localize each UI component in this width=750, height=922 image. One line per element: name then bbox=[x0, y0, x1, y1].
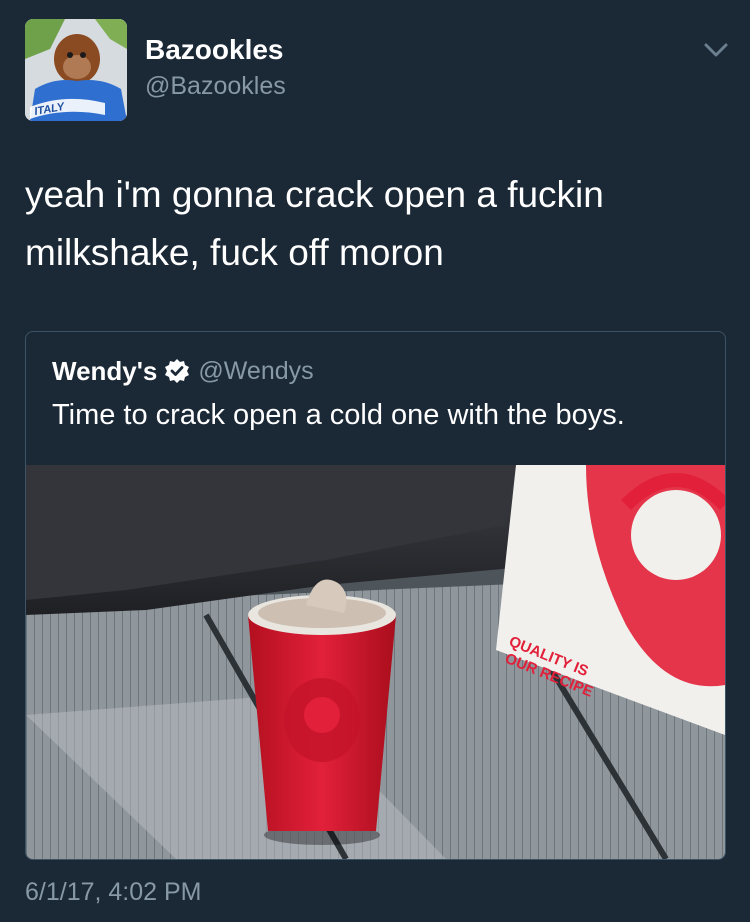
tweet-text: yeah i'm gonna crack open a fuckin milks… bbox=[25, 174, 604, 273]
quoted-author-name: Wendy's bbox=[52, 355, 158, 386]
quoted-tweet-header: Wendy's @Wendys bbox=[52, 354, 314, 388]
quoted-tweet[interactable]: Wendy's @Wendys Time to crack open a col… bbox=[25, 331, 726, 860]
author-name[interactable]: Bazookles bbox=[145, 34, 284, 66]
orangutan-avatar-image: ITALY bbox=[25, 19, 127, 121]
verified-badge-icon bbox=[165, 359, 190, 383]
chevron-down-icon[interactable] bbox=[703, 40, 729, 60]
quoted-tweet-photo[interactable]: QUALITY IS OUR RECIPE bbox=[26, 465, 725, 859]
quoted-tweet-text: Time to crack open a cold one with the b… bbox=[52, 399, 625, 431]
tweet-timestamp[interactable]: 6/1/17, 4:02 PM bbox=[25, 878, 202, 907]
author-handle[interactable]: @Bazookles bbox=[145, 72, 286, 101]
author-avatar[interactable]: ITALY bbox=[25, 19, 127, 121]
quoted-author-handle: @Wendys bbox=[198, 356, 314, 385]
